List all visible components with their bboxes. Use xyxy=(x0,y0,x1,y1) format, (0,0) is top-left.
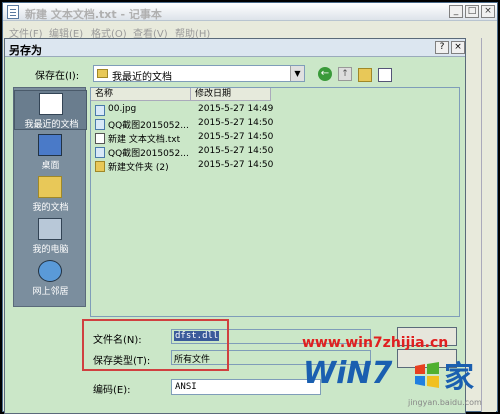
network-icon xyxy=(38,260,62,282)
place-network[interactable]: 网上邻居 xyxy=(14,258,87,298)
my-documents-icon xyxy=(38,176,62,198)
notepad-title: 新建 文本文档.txt - 记事本 xyxy=(25,8,162,21)
file-date: 2015-5-27 14:50 xyxy=(198,160,274,170)
notepad-scrollbar[interactable] xyxy=(481,38,496,412)
file-list[interactable]: 名称 修改日期 00.jpg 2015-5-27 14:49 QQ截图20150… xyxy=(90,87,460,317)
file-name: 新建 文本文档.txt xyxy=(108,135,181,145)
watermark-brand: WiN7 xyxy=(303,356,393,391)
desktop-icon xyxy=(38,134,62,156)
file-date: 2015-5-27 14:50 xyxy=(198,146,274,156)
chevron-down-icon[interactable]: ▼ xyxy=(290,66,304,81)
new-folder-icon[interactable] xyxy=(358,68,372,82)
encoding-label: 编码(E): xyxy=(93,385,131,396)
save-in-value: 我最近的文档 xyxy=(112,72,172,83)
encoding-select[interactable]: ANSI xyxy=(171,379,321,395)
back-icon[interactable]: ← xyxy=(318,67,332,81)
view-menu-icon[interactable] xyxy=(378,68,392,82)
watermark-url: www.win7zhijia.cn xyxy=(302,335,449,351)
notepad-title-bar[interactable]: 新建 文本文档.txt - 记事本 _ □ × xyxy=(3,3,497,21)
column-header-date[interactable]: 修改日期 xyxy=(191,88,271,101)
highlight-box xyxy=(82,319,229,371)
up-folder-icon[interactable]: ↑ xyxy=(338,67,352,81)
list-item[interactable]: QQ截图2015052... 2015-5-27 14:50 xyxy=(95,118,345,131)
watermark-sub: jingyan.baidu.com xyxy=(408,398,482,407)
image-icon xyxy=(95,147,105,158)
places-bar: 我最近的文档 桌面 我的文档 我的电脑 网上邻居 xyxy=(13,87,87,307)
save-in-combo[interactable]: 我最近的文档 ▼ xyxy=(93,65,305,83)
place-my-documents-label: 我的文档 xyxy=(32,203,69,213)
file-name: QQ截图2015052... xyxy=(108,121,189,131)
save-as-dialog: 另存为 ? × 保存在(I): 我最近的文档 ▼ ← ↑ 我最近的文档 桌面 我… xyxy=(4,38,466,414)
image-icon xyxy=(95,119,105,130)
place-recent[interactable]: 我最近的文档 xyxy=(14,90,87,130)
maximize-button[interactable]: □ xyxy=(465,5,479,18)
image-icon xyxy=(95,105,105,116)
list-item[interactable]: 新建 文本文档.txt 2015-5-27 14:50 xyxy=(95,132,345,145)
watermark-brand-cjk: 家 xyxy=(444,360,474,395)
dialog-title-bar[interactable]: 另存为 ? × xyxy=(5,39,465,57)
column-header-name[interactable]: 名称 xyxy=(91,88,191,101)
help-button[interactable]: ? xyxy=(435,41,449,54)
place-my-computer-label: 我的电脑 xyxy=(32,245,69,255)
close-icon[interactable]: × xyxy=(481,5,495,18)
place-desktop[interactable]: 桌面 xyxy=(14,132,87,172)
minimize-button[interactable]: _ xyxy=(449,5,463,18)
list-item[interactable]: 00.jpg 2015-5-27 14:49 xyxy=(95,104,345,117)
place-my-documents[interactable]: 我的文档 xyxy=(14,174,87,214)
encoding-value: ANSI xyxy=(175,382,197,392)
place-desktop-label: 桌面 xyxy=(41,161,60,171)
notepad-menu-bar: 文件(F) 编辑(E) 格式(O) 查看(V) 帮助(H) xyxy=(3,22,497,40)
file-name: 00.jpg xyxy=(108,104,137,114)
file-date: 2015-5-27 14:49 xyxy=(198,104,274,114)
recent-folder-icon xyxy=(97,69,108,78)
file-date: 2015-5-27 14:50 xyxy=(198,118,274,128)
file-name: 新建文件夹 (2) xyxy=(108,163,169,173)
list-item[interactable]: QQ截图2015052... 2015-5-27 14:50 xyxy=(95,146,345,159)
file-date: 2015-5-27 14:50 xyxy=(198,132,274,142)
place-network-label: 网上邻居 xyxy=(32,287,69,297)
save-in-label: 保存在(I): xyxy=(35,71,80,82)
dialog-close-button[interactable]: × xyxy=(451,41,465,54)
place-recent-label: 我最近的文档 xyxy=(24,120,79,130)
file-name: QQ截图2015052... xyxy=(108,149,189,159)
dialog-title: 另存为 xyxy=(9,44,42,57)
folder-icon xyxy=(95,161,105,172)
notepad-icon xyxy=(7,5,19,19)
windows-logo-icon xyxy=(415,362,439,388)
text-file-icon xyxy=(95,133,105,144)
recent-documents-icon xyxy=(39,93,63,115)
list-item[interactable]: 新建文件夹 (2) 2015-5-27 14:50 xyxy=(95,160,345,173)
place-my-computer[interactable]: 我的电脑 xyxy=(14,216,87,256)
my-computer-icon xyxy=(38,218,62,240)
